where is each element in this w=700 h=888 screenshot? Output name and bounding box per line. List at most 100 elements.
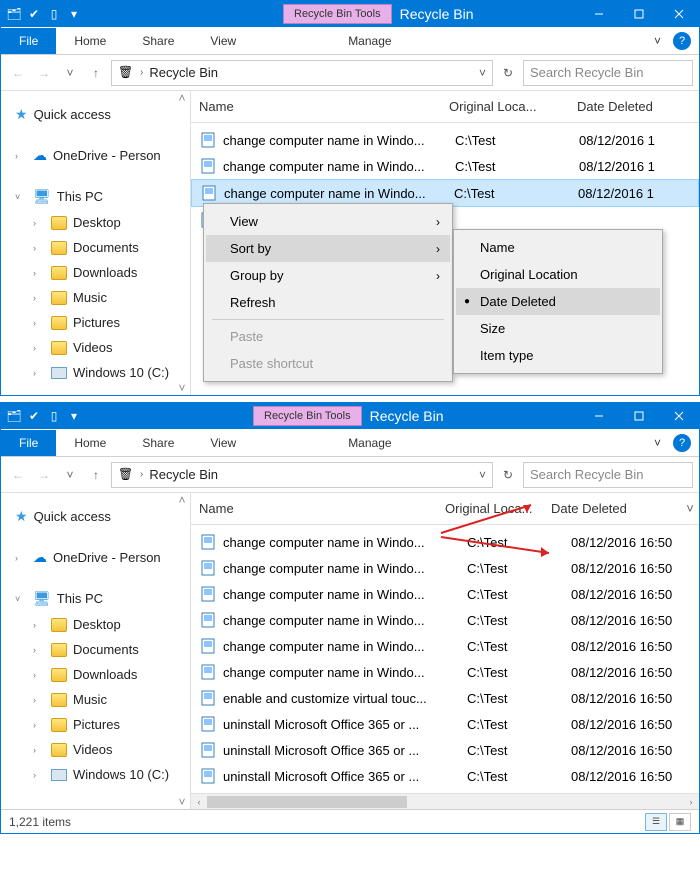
sidebar-item[interactable]: ›Music (5, 687, 190, 712)
sidebar-quick-access[interactable]: ★ Quick access (5, 503, 190, 530)
file-row[interactable]: change computer name in Windo...C:\Test0… (191, 127, 699, 153)
ctx-sort-by[interactable]: Sort by› (206, 235, 450, 262)
close-button[interactable] (659, 403, 699, 429)
sidebar-item[interactable]: ›Desktop (5, 210, 190, 235)
maximize-button[interactable] (619, 403, 659, 429)
maximize-button[interactable] (619, 1, 659, 27)
column-header-date-deleted[interactable]: Date Deleted (551, 501, 681, 516)
chevron-down-icon[interactable]: ˅ (15, 192, 27, 202)
scrollbar-thumb[interactable] (207, 796, 407, 808)
scroll-left-icon[interactable]: ‹ (191, 795, 207, 809)
scroll-up-icon[interactable]: ˄ (178, 91, 185, 105)
ribbon-tab-view[interactable]: View (192, 28, 254, 54)
sidebar-item[interactable]: ›Documents (5, 637, 190, 662)
file-row[interactable]: uninstall Microsoft Office 365 or ...C:\… (191, 737, 699, 763)
chevron-right-icon[interactable]: › (33, 243, 45, 253)
address-bar[interactable]: 🗑 › Recycle Bin ˅ (111, 462, 493, 488)
up-button[interactable]: ↑ (85, 464, 107, 486)
ribbon-tab-manage[interactable]: Manage (330, 28, 409, 54)
chevron-right-icon[interactable]: › (33, 720, 45, 730)
properties-icon[interactable]: ✔ (25, 5, 43, 23)
chevron-down-icon[interactable]: ˅ (15, 594, 27, 604)
ribbon-tab-share[interactable]: Share (124, 28, 192, 54)
column-header-name[interactable]: Name (199, 99, 449, 114)
chevron-right-icon[interactable]: › (33, 293, 45, 303)
scroll-up-icon[interactable]: ˄ (178, 493, 185, 507)
ribbon-collapse-icon[interactable]: ˅ (646, 34, 669, 48)
new-folder-icon[interactable]: ▯ (45, 5, 63, 23)
address-dropdown-icon[interactable]: ˅ (479, 66, 486, 80)
qat-dropdown-icon[interactable]: ▾ (65, 407, 83, 425)
scroll-down-icon[interactable]: ˅ (178, 381, 185, 395)
column-header-original-location[interactable]: Original Loca... (449, 99, 577, 114)
scroll-down-icon[interactable]: ˅ (178, 795, 185, 809)
breadcrumb-recycle-bin[interactable]: Recycle Bin (149, 467, 218, 482)
chevron-right-icon[interactable]: › (33, 670, 45, 680)
history-dropdown[interactable]: ˅ (59, 62, 81, 84)
ribbon-tab-home[interactable]: Home (56, 430, 124, 456)
file-row[interactable]: uninstall Microsoft Office 365 or ...C:\… (191, 711, 699, 737)
sort-original-location[interactable]: Original Location (456, 261, 660, 288)
ribbon-tab-home[interactable]: Home (56, 28, 124, 54)
refresh-button[interactable]: ↻ (497, 468, 519, 482)
ribbon-tab-share[interactable]: Share (124, 430, 192, 456)
chevron-right-icon[interactable]: › (33, 620, 45, 630)
sidebar-item[interactable]: ›Videos (5, 335, 190, 360)
column-header-name[interactable]: Name (199, 501, 445, 516)
file-row[interactable]: change computer name in Windo...C:\Test0… (191, 659, 699, 685)
forward-button[interactable]: → (33, 464, 55, 486)
chevron-right-icon[interactable]: › (33, 368, 45, 378)
ribbon-tab-manage[interactable]: Manage (330, 430, 409, 456)
properties-icon[interactable]: ✔ (25, 407, 43, 425)
file-row[interactable]: change computer name in Windo...C:\Test0… (191, 633, 699, 659)
sort-item-type[interactable]: Item type (456, 342, 660, 369)
sidebar-drive-c[interactable]: › Windows 10 (C:) (5, 762, 190, 787)
help-icon[interactable]: ? (673, 434, 691, 452)
view-details-button[interactable]: ☰ (645, 813, 667, 831)
sidebar-quick-access[interactable]: ★ Quick access (5, 101, 190, 128)
sidebar-item[interactable]: ›Videos (5, 737, 190, 762)
new-folder-icon[interactable]: ▯ (45, 407, 63, 425)
column-sort-indicator[interactable]: ˅ (681, 501, 699, 516)
chevron-right-icon[interactable]: › (33, 770, 45, 780)
refresh-button[interactable]: ↻ (497, 66, 519, 80)
scroll-right-icon[interactable]: › (683, 795, 699, 809)
sidebar-item[interactable]: ›Desktop (5, 612, 190, 637)
sidebar-scrollbar[interactable]: ˄ ˅ (174, 493, 190, 809)
history-dropdown[interactable]: ˅ (59, 464, 81, 486)
ribbon-tab-file[interactable]: File (1, 28, 56, 54)
chevron-right-icon[interactable]: › (15, 553, 27, 563)
back-button[interactable]: ← (7, 464, 29, 486)
ribbon-tab-view[interactable]: View (192, 430, 254, 456)
ctx-view[interactable]: View› (206, 208, 450, 235)
sidebar-item[interactable]: ›Music (5, 285, 190, 310)
sidebar-item[interactable]: ›Downloads (5, 662, 190, 687)
help-icon[interactable]: ? (673, 32, 691, 50)
chevron-right-icon[interactable]: › (15, 151, 27, 161)
chevron-right-icon[interactable]: › (33, 218, 45, 228)
sidebar-drive-c[interactable]: › Windows 10 (C:) (5, 360, 190, 385)
minimize-button[interactable] (579, 1, 619, 27)
sidebar-this-pc[interactable]: ˅ 🖥 This PC (5, 585, 190, 612)
file-row[interactable]: change computer name in Windo...C:\Test0… (191, 607, 699, 633)
forward-button[interactable]: → (33, 62, 55, 84)
chevron-right-icon[interactable]: › (33, 745, 45, 755)
sidebar-onedrive[interactable]: › ☁ OneDrive - Person (5, 544, 190, 571)
file-row[interactable]: change computer name in Windo...C:\Test0… (191, 581, 699, 607)
sidebar-scrollbar[interactable]: ˄ ˅ (174, 91, 190, 395)
ctx-group-by[interactable]: Group by› (206, 262, 450, 289)
sidebar-item[interactable]: ›Downloads (5, 260, 190, 285)
ribbon-collapse-icon[interactable]: ˅ (646, 436, 669, 450)
chevron-right-icon[interactable]: › (33, 695, 45, 705)
chevron-right-icon[interactable]: › (33, 318, 45, 328)
sidebar-item[interactable]: ›Pictures (5, 310, 190, 335)
chevron-right-icon[interactable]: › (140, 469, 143, 480)
file-row[interactable]: change computer name in Windo...C:\Test0… (191, 555, 699, 581)
qat-dropdown-icon[interactable]: ▾ (65, 5, 83, 23)
chevron-right-icon[interactable]: › (33, 268, 45, 278)
minimize-button[interactable] (579, 403, 619, 429)
search-input[interactable]: Search Recycle Bin (523, 462, 693, 488)
file-row[interactable]: change computer name in Windo...C:\Test0… (191, 153, 699, 179)
ribbon-tab-file[interactable]: File (1, 430, 56, 456)
address-dropdown-icon[interactable]: ˅ (479, 468, 486, 482)
